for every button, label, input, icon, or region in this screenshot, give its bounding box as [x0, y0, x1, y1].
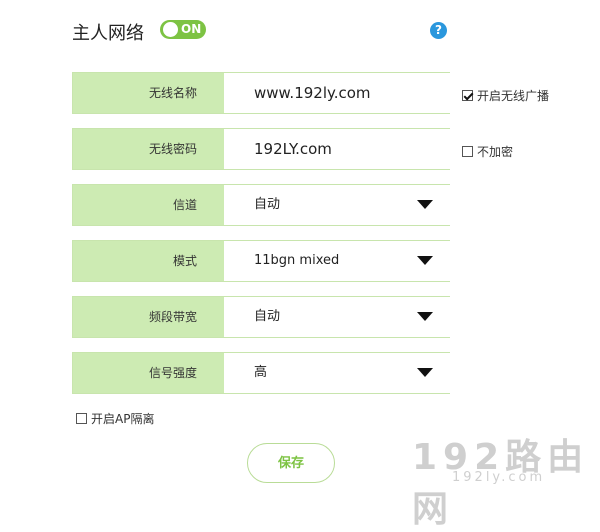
bandwidth-select[interactable]: 自动 [224, 297, 450, 337]
help-icon[interactable]: ? [430, 22, 447, 39]
mode-value: 11bgn mixed [254, 253, 340, 268]
broadcast-checkbox[interactable]: 开启无线广播 [462, 87, 549, 104]
mode-row: 模式 11bgn mixed [72, 240, 450, 282]
bandwidth-value: 自动 [254, 309, 281, 324]
mode-label: 模式 [172, 254, 197, 268]
signal-row: 信号强度 高 [72, 352, 450, 394]
ap-isolation-checkbox[interactable]: 开启AP隔离 [76, 410, 154, 427]
wifi-toggle[interactable]: ON [160, 20, 206, 39]
chevron-down-icon[interactable] [417, 200, 433, 209]
broadcast-label: 开启无线广播 [477, 89, 550, 103]
toggle-label: ON [181, 22, 202, 36]
save-button[interactable]: 保存 [247, 443, 335, 483]
ap-isolation-label: 开启AP隔离 [91, 412, 155, 426]
bandwidth-label: 频段带宽 [148, 310, 197, 324]
channel-label: 信道 [172, 198, 197, 212]
bandwidth-row: 频段带宽 自动 [72, 296, 450, 338]
mode-select[interactable]: 11bgn mixed [224, 241, 450, 281]
no-encrypt-check-box[interactable] [462, 146, 473, 157]
watermark-url: 192ly.com [452, 470, 546, 485]
ap-isolation-check-box[interactable] [76, 413, 87, 424]
signal-select[interactable]: 高 [224, 353, 450, 393]
ssid-value: www.192ly.com [254, 84, 371, 102]
password-value: 192LY.com [254, 140, 332, 158]
broadcast-check-box[interactable] [462, 90, 473, 101]
page-title: 主人网络 [72, 23, 144, 44]
toggle-knob [163, 22, 178, 37]
channel-select[interactable]: 自动 [224, 185, 450, 225]
channel-row: 信道 自动 [72, 184, 450, 226]
signal-label: 信号强度 [148, 366, 197, 380]
chevron-down-icon[interactable] [417, 256, 433, 265]
password-input[interactable]: 192LY.com [224, 129, 450, 169]
signal-value: 高 [254, 365, 268, 380]
chevron-down-icon[interactable] [417, 368, 433, 377]
password-row: 无线密码 192LY.com [72, 128, 450, 170]
no-encrypt-checkbox[interactable]: 不加密 [462, 143, 513, 160]
chevron-down-icon[interactable] [417, 312, 433, 321]
password-label: 无线密码 [148, 142, 197, 156]
ssid-label: 无线名称 [148, 86, 197, 100]
ssid-input[interactable]: www.192ly.com [224, 73, 450, 113]
channel-value: 自动 [254, 197, 281, 212]
ssid-row: 无线名称 www.192ly.com [72, 72, 450, 114]
no-encrypt-label: 不加密 [477, 145, 514, 159]
